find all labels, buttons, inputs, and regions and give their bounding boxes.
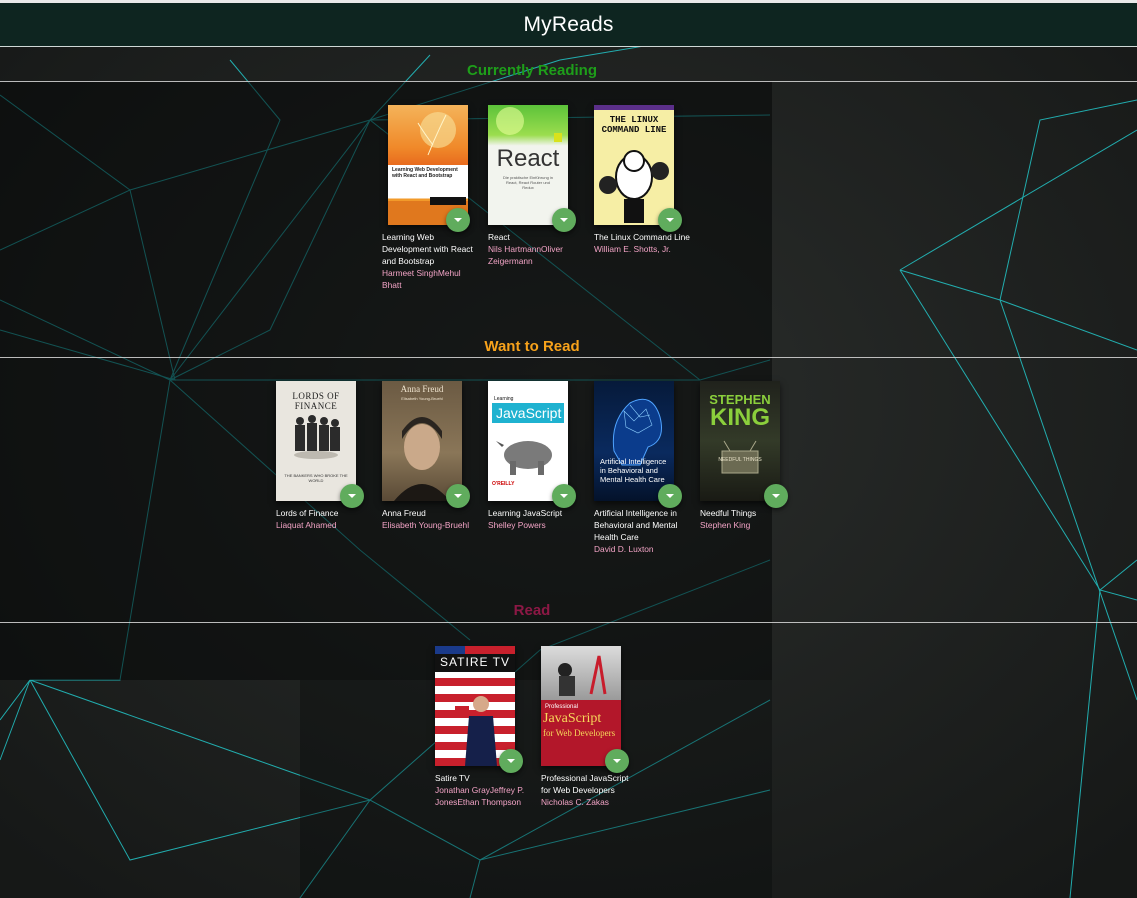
book-cover[interactable]: SATIRE TV — [435, 646, 515, 766]
cover-author-surname: KING — [710, 404, 770, 431]
shelf-changer-button[interactable] — [340, 484, 364, 508]
cover-title: JavaScript — [543, 711, 602, 726]
book-cover[interactable]: Anna Freud Elisabeth Young-Bruehl — [382, 381, 462, 501]
book-authors: Nils HartmannOliver Zeigermann — [488, 244, 563, 266]
book-title: Needful Things — [700, 508, 757, 518]
book-authors: Liaquat Ahamed — [276, 520, 337, 530]
cover-kicker: Professional — [545, 704, 579, 710]
cover-subtitle: THE BANKERS WHO BROKE THE WORLD — [284, 473, 348, 483]
book-card: STEPHEN KING NEEDFUL THINGS Needful Thin… — [700, 381, 796, 531]
shelf-divider — [0, 622, 1137, 623]
book-cover[interactable]: THE LINUX COMMAND LINE — [594, 105, 674, 225]
shelf-divider — [0, 357, 1137, 358]
book-cover[interactable]: React Die praktische Einführung in React… — [488, 105, 568, 225]
book-card: Learning Web Development with React and B… — [382, 105, 478, 291]
cover-title: LORDS OF FINANCE — [292, 391, 340, 411]
book-title: Learning JavaScript — [488, 508, 563, 518]
cover-text: Learning Web Development with React and B… — [392, 167, 458, 179]
book-title: Artificial Intelligence in Behavioral an… — [594, 508, 678, 542]
chevron-down-icon — [666, 494, 674, 498]
book-title: Satire TV — [435, 773, 470, 783]
chevron-down-icon — [772, 494, 780, 498]
publisher-logo: O'REILLY — [492, 481, 515, 487]
chevron-down-icon — [613, 759, 621, 763]
book-title: Professional JavaScript for Web Develope… — [541, 773, 629, 795]
cover-subtitle: for Web Developers — [543, 728, 616, 738]
book-title: React — [488, 232, 510, 242]
shelf-changer-button[interactable] — [552, 208, 576, 232]
book-cover[interactable]: STEPHEN KING NEEDFUL THINGS — [700, 381, 780, 501]
book-card: THE LINUX COMMAND LINE The Linux Command … — [594, 105, 690, 255]
book-card: LORDS OF FINANCE THE BANKERS WHO BROKE T… — [276, 381, 372, 531]
book-card: SATIRE TV Satire TV Jonathan GrayJeffrey… — [435, 646, 531, 808]
shelf-changer-button[interactable] — [658, 484, 682, 508]
book-authors: William E. Shotts, Jr. — [594, 244, 671, 254]
shelf-divider — [0, 81, 1137, 82]
chevron-down-icon — [454, 494, 462, 498]
content-panel-lower — [300, 680, 772, 898]
shelf-title: Read — [513, 602, 551, 619]
book-title: Learning Web Development with React and … — [382, 232, 473, 266]
shelf-changer-button[interactable] — [764, 484, 788, 508]
chevron-down-icon — [560, 494, 568, 498]
book-card: Artificial Intelligence in Behavioral and… — [594, 381, 690, 555]
book-card: Professional JavaScript for Web Develope… — [541, 646, 637, 808]
book-card: React Die praktische Einführung in React… — [488, 105, 584, 267]
book-cover[interactable]: Artificial Intelligence in Behavioral and… — [594, 381, 674, 501]
chevron-down-icon — [507, 759, 515, 763]
chevron-down-icon — [666, 218, 674, 222]
cover-subtitle: Die praktische Einführung in React, Reac… — [502, 175, 554, 190]
book-authors: Jonathan GrayJeffrey P. JonesEthan Thomp… — [435, 785, 525, 807]
book-title: Lords of Finance — [276, 508, 339, 518]
cover-title: SATIRE TV — [440, 655, 510, 669]
book-title: The Linux Command Line — [594, 232, 690, 242]
book-cover[interactable]: Learning JavaScript O'REILLY — [488, 381, 568, 501]
book-card: Anna Freud Elisabeth Young-Bruehl Anna F… — [382, 381, 478, 531]
shelf-changer-button[interactable] — [658, 208, 682, 232]
shelf-changer-button[interactable] — [499, 749, 523, 773]
cover-title: THE LINUX COMMAND LINE — [601, 115, 667, 135]
shelf-changer-button[interactable] — [446, 484, 470, 508]
cover-subtitle: Elisabeth Young-Bruehl — [401, 396, 443, 401]
shelf-title: Currently Reading — [466, 62, 598, 79]
chevron-down-icon — [454, 218, 462, 222]
book-authors: Elisabeth Young-Bruehl — [382, 520, 470, 530]
cover-title: Anna Freud — [400, 384, 444, 394]
book-card: Learning JavaScript O'REILLY Learning Ja… — [488, 381, 584, 531]
chevron-down-icon — [348, 494, 356, 498]
shelf-changer-button[interactable] — [446, 208, 470, 232]
book-authors: David D. Luxton — [594, 544, 654, 554]
chevron-down-icon — [560, 218, 568, 222]
app-title: MyReads — [523, 12, 614, 36]
book-authors: Shelley Powers — [488, 520, 546, 530]
cover-title: NEEDFUL THINGS — [718, 457, 762, 463]
book-cover[interactable]: Learning Web Development with React and B… — [388, 105, 468, 225]
shelf-title: Want to Read — [484, 338, 580, 355]
cover-title: React — [496, 145, 560, 172]
book-authors: Harmeet SinghMehul Bhatt — [382, 268, 461, 290]
cover-title: JavaScript — [496, 405, 562, 421]
cover-title: Artificial Intelligence in Behavioral and… — [600, 457, 667, 484]
book-authors: Stephen King — [700, 520, 751, 530]
shelf-changer-button[interactable] — [552, 484, 576, 508]
book-cover[interactable]: Professional JavaScript for Web Develope… — [541, 646, 621, 766]
shelf-changer-button[interactable] — [605, 749, 629, 773]
book-cover[interactable]: LORDS OF FINANCE THE BANKERS WHO BROKE T… — [276, 381, 356, 501]
book-title: Anna Freud — [382, 508, 426, 518]
app-header: MyReads — [0, 3, 1137, 47]
cover-kicker: Learning — [494, 396, 514, 402]
book-authors: Nicholas C. Zakas — [541, 797, 609, 807]
